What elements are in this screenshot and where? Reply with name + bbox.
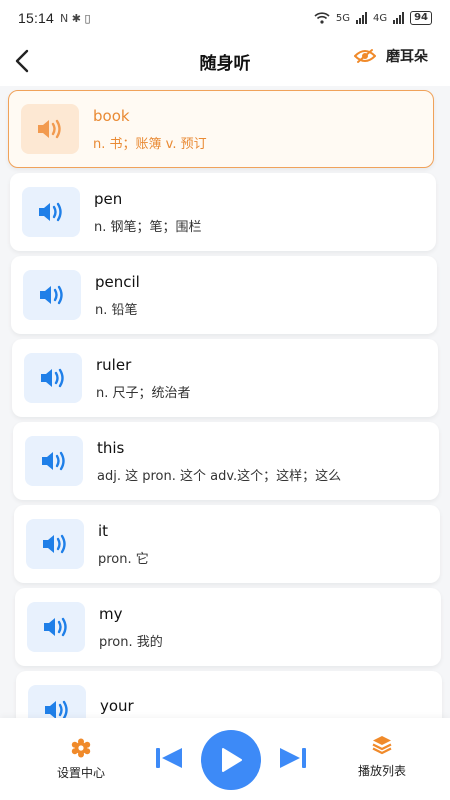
speaker-icon <box>44 617 67 637</box>
settings-center-button[interactable]: 设置中心 <box>50 738 112 781</box>
word-text: ruler <box>96 355 132 374</box>
speaker-button[interactable] <box>23 270 81 320</box>
speaker-button[interactable] <box>22 187 80 237</box>
battery-indicator: 94 <box>410 11 432 25</box>
eye-off-icon <box>354 49 376 63</box>
skip-next-icon <box>280 748 306 768</box>
speaker-button[interactable] <box>28 685 86 718</box>
back-button[interactable] <box>8 46 36 76</box>
word-card[interactable]: pen n. 钢笔；笔；围栏 <box>10 173 436 251</box>
word-card[interactable]: my pron. 我的 <box>15 588 441 666</box>
speaker-button[interactable] <box>24 353 82 403</box>
word-card[interactable]: ruler n. 尺子；统治者 <box>12 339 438 417</box>
speaker-icon <box>45 700 68 718</box>
player-bar: 设置中心 播放列表 <box>0 718 450 800</box>
word-card[interactable]: this adj. 这 pron. 这个 adv.这个；这样；这么 <box>13 422 439 500</box>
grind-ear-label: 磨耳朵 <box>386 49 428 65</box>
wifi-icon <box>314 12 330 24</box>
gear-icon <box>71 738 91 758</box>
playlist-button[interactable]: 播放列表 <box>350 734 414 779</box>
play-button[interactable] <box>201 730 261 790</box>
word-card[interactable]: book n. 书；账簿 v. 预订 <box>8 90 434 168</box>
signal-4g-icon <box>393 12 405 24</box>
word-text: pen <box>94 189 123 208</box>
word-meaning: n. 钢笔；笔；围栏 <box>94 219 202 235</box>
play-icon <box>222 748 242 772</box>
speaker-icon <box>38 119 61 139</box>
grind-ear-toggle[interactable]: 磨耳朵 <box>354 46 428 66</box>
speaker-icon <box>40 285 63 305</box>
speaker-button[interactable] <box>25 436 83 486</box>
network-4g-label: 4G <box>372 12 388 24</box>
speaker-icon <box>39 202 62 222</box>
word-meaning: pron. 我的 <box>99 634 163 650</box>
page-title: 随身听 <box>199 53 251 74</box>
skip-previous-icon <box>156 748 182 768</box>
speaker-icon <box>43 534 66 554</box>
word-text: book <box>93 106 130 125</box>
app-header: 随身听 磨耳朵 <box>0 36 450 86</box>
status-time: 15:14 <box>18 10 55 26</box>
word-card[interactable]: your <box>16 671 442 718</box>
previous-button[interactable] <box>152 744 186 772</box>
speaker-button[interactable] <box>27 602 85 652</box>
chevron-left-icon <box>15 49 29 73</box>
settings-center-label: 设置中心 <box>56 766 105 780</box>
word-text: pencil <box>95 272 140 291</box>
word-list: book n. 书；账簿 v. 预订 pen n. 钢笔；笔；围栏 pencil <box>0 88 450 718</box>
network-5g-label: 5G <box>335 12 350 24</box>
word-meaning: pron. 它 <box>98 551 149 567</box>
word-text: your <box>100 697 134 715</box>
status-left-icons: N ✱ ▯ <box>60 11 91 25</box>
status-bar: 15:14 N ✱ ▯ 5G 4G 94 <box>0 0 450 36</box>
word-meaning: n. 书；账簿 v. 预订 <box>93 136 207 152</box>
word-meaning: n. 铅笔 <box>95 302 138 318</box>
status-right: 5G 4G 94 <box>314 11 432 25</box>
word-meaning: n. 尺子；统治者 <box>96 385 191 401</box>
word-text: it <box>98 521 109 540</box>
speaker-button[interactable] <box>26 519 84 569</box>
next-button[interactable] <box>276 744 310 772</box>
word-text: this <box>97 438 125 457</box>
word-card[interactable]: pencil n. 铅笔 <box>11 256 437 334</box>
signal-5g-icon <box>355 12 367 24</box>
speaker-icon <box>42 451 65 471</box>
playlist-label: 播放列表 <box>357 764 406 778</box>
word-card[interactable]: it pron. 它 <box>14 505 440 583</box>
word-meaning: adj. 这 pron. 这个 adv.这个；这样；这么 <box>97 468 342 484</box>
speaker-icon <box>41 368 64 388</box>
layers-icon <box>372 736 392 755</box>
word-text: my <box>99 604 123 623</box>
speaker-button[interactable] <box>21 104 79 154</box>
